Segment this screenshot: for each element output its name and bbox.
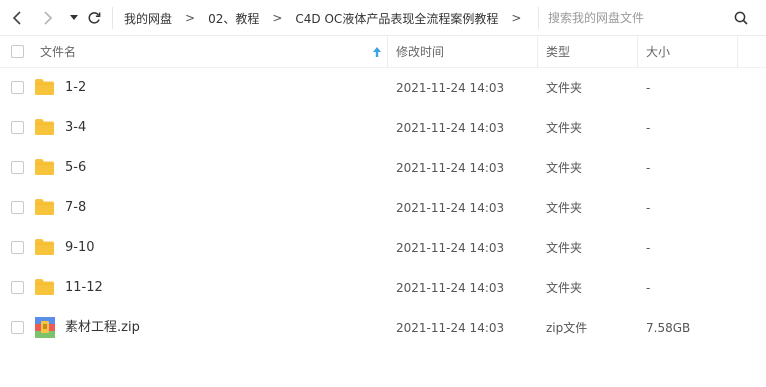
column-header-type[interactable]: 类型 [546, 36, 570, 68]
file-modified-time: 2021-11-24 14:03 [396, 121, 505, 135]
file-modified-time: 2021-11-24 14:03 [396, 281, 505, 295]
breadcrumb-item-current[interactable]: C4D OC液体产品表现全流程案例教程 [295, 10, 498, 27]
chevron-left-icon [12, 11, 21, 25]
back-button[interactable] [8, 8, 28, 28]
file-type: 文件夹 [546, 281, 583, 295]
toolbar-divider [538, 7, 539, 29]
row-checkbox[interactable] [11, 241, 24, 254]
row-checkbox[interactable] [11, 321, 24, 334]
folder-icon [35, 159, 54, 175]
zip-archive-icon [35, 317, 55, 338]
file-name[interactable]: 1-2 [65, 68, 86, 108]
search-button[interactable] [731, 8, 751, 28]
breadcrumb-expand-button[interactable]: > [511, 11, 521, 25]
breadcrumb-separator: > [272, 11, 283, 25]
history-dropdown-button[interactable] [64, 8, 84, 28]
file-row[interactable]: 素材工程.zip 2021-11-24 14:03 zip文件 7.58GB [0, 308, 766, 348]
breadcrumb-item-root[interactable]: 我的网盘 [124, 10, 172, 27]
search-input[interactable] [548, 8, 728, 28]
folder-icon [35, 239, 54, 255]
file-size: 7.58GB [646, 321, 691, 335]
folder-icon [35, 79, 54, 95]
file-modified-time: 2021-11-24 14:03 [396, 241, 505, 255]
column-divider[interactable] [387, 36, 388, 68]
refresh-button[interactable] [84, 8, 104, 28]
row-checkbox[interactable] [11, 201, 24, 214]
file-size: - [646, 201, 651, 215]
file-modified-time: 2021-11-24 14:03 [396, 81, 505, 95]
file-row[interactable]: 1-2 2021-11-24 14:03 文件夹 - [0, 68, 766, 108]
forward-button[interactable] [38, 8, 58, 28]
folder-icon [35, 119, 54, 135]
row-checkbox[interactable] [11, 121, 24, 134]
file-size: - [646, 241, 651, 255]
search-icon [734, 11, 748, 25]
file-size: - [646, 121, 651, 135]
file-row[interactable]: 3-4 2021-11-24 14:03 文件夹 - [0, 108, 766, 148]
column-divider[interactable] [537, 36, 538, 68]
chevron-right-icon [44, 11, 53, 25]
toolbar-divider [112, 7, 113, 29]
file-type: 文件夹 [546, 121, 583, 135]
file-name[interactable]: 11-12 [65, 268, 103, 308]
column-divider[interactable] [737, 36, 738, 68]
file-type: 文件夹 [546, 81, 583, 95]
breadcrumb-item-tutorials[interactable]: 02、教程 [208, 10, 259, 27]
file-modified-time: 2021-11-24 14:03 [396, 161, 505, 175]
file-name[interactable]: 3-4 [65, 108, 86, 148]
breadcrumb: 我的网盘 > 02、教程 > C4D OC液体产品表现全流程案例教程 > [124, 0, 534, 36]
file-name[interactable]: 9-10 [65, 228, 95, 268]
file-type: zip文件 [546, 321, 588, 335]
file-list-header: 文件名 修改时间 类型 大小 [0, 36, 766, 68]
row-checkbox[interactable] [11, 281, 24, 294]
file-row[interactable]: 9-10 2021-11-24 14:03 文件夹 - [0, 228, 766, 268]
folder-icon [35, 279, 54, 295]
refresh-icon [88, 12, 101, 24]
row-checkbox[interactable] [11, 161, 24, 174]
file-name[interactable]: 5-6 [65, 148, 86, 188]
file-row[interactable]: 7-8 2021-11-24 14:03 文件夹 - [0, 188, 766, 228]
file-type: 文件夹 [546, 201, 583, 215]
file-row[interactable]: 5-6 2021-11-24 14:03 文件夹 - [0, 148, 766, 188]
column-header-size[interactable]: 大小 [646, 36, 670, 68]
file-type: 文件夹 [546, 161, 583, 175]
file-size: - [646, 161, 651, 175]
breadcrumb-separator: > [185, 11, 196, 25]
column-divider[interactable] [637, 36, 638, 68]
file-modified-time: 2021-11-24 14:03 [396, 201, 505, 215]
file-size: - [646, 281, 651, 295]
column-header-modified[interactable]: 修改时间 [396, 36, 444, 68]
folder-icon [35, 199, 54, 215]
file-name[interactable]: 7-8 [65, 188, 86, 228]
column-header-name[interactable]: 文件名 [40, 36, 76, 68]
file-row[interactable]: 11-12 2021-11-24 14:03 文件夹 - [0, 268, 766, 308]
file-modified-time: 2021-11-24 14:03 [396, 321, 505, 335]
file-size: - [646, 81, 651, 95]
row-checkbox[interactable] [11, 81, 24, 94]
select-all-checkbox[interactable] [11, 45, 24, 58]
sort-ascending-icon[interactable] [372, 46, 382, 58]
file-name[interactable]: 素材工程.zip [65, 308, 140, 348]
caret-down-icon [70, 15, 78, 20]
file-type: 文件夹 [546, 241, 583, 255]
navigation-toolbar: 我的网盘 > 02、教程 > C4D OC液体产品表现全流程案例教程 > [0, 0, 766, 36]
